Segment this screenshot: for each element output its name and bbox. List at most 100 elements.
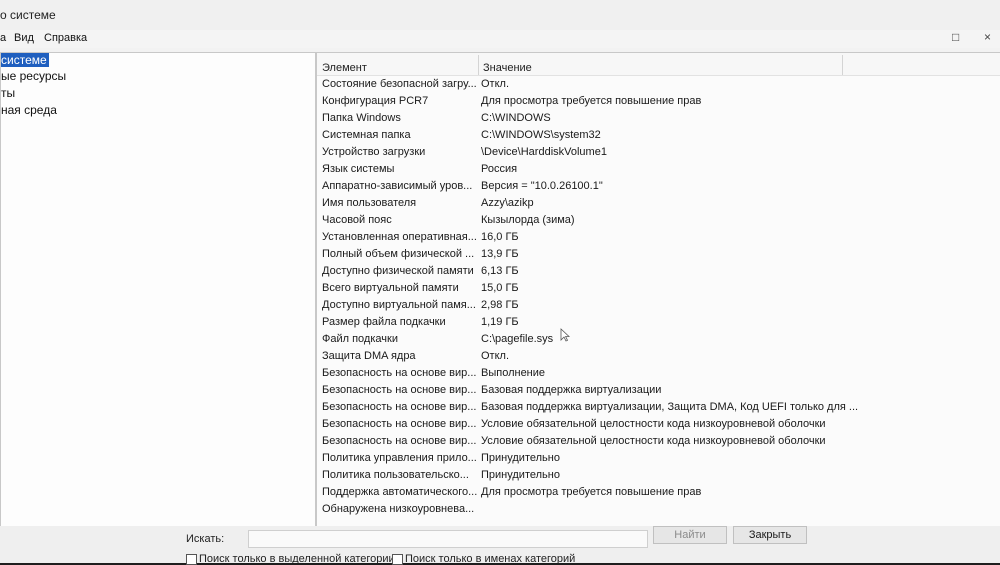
- tree-item-hardware-resources[interactable]: ые ресурсы: [1, 69, 66, 83]
- category-tree[interactable]: системе ые ресурсы ты ная среда: [0, 52, 316, 527]
- row-value-cell: Выполнение: [481, 367, 546, 379]
- row-value-cell: Версия = "10.0.26100.1": [481, 180, 603, 192]
- row-value-cell: Условие обязательной целостности кода ни…: [481, 435, 826, 447]
- table-row[interactable]: Папка Windows C:\WINDOWS: [317, 110, 1000, 127]
- row-value-cell: Базовая поддержка виртуализации: [481, 384, 662, 396]
- row-element-cell: Состояние безопасной загру...: [322, 78, 477, 90]
- restore-icon[interactable]: □: [952, 30, 959, 44]
- table-row[interactable]: Безопасность на основе вир... Условие обя…: [317, 433, 1000, 450]
- row-element-cell: Полный объем физической ...: [322, 248, 475, 260]
- row-value-cell: Для просмотра требуется повышение прав: [481, 486, 702, 498]
- row-value-cell: Условие обязательной целостности кода ни…: [481, 418, 826, 430]
- row-element-cell: Всего виртуальной памяти: [322, 282, 459, 294]
- row-element-cell: Безопасность на основе вир...: [322, 418, 477, 430]
- row-value-cell: \Device\HarddiskVolume1: [481, 146, 607, 158]
- mouse-pointer-icon: [560, 328, 570, 342]
- row-element-cell: Часовой пояс: [322, 214, 392, 226]
- row-value-cell: Принудительно: [481, 452, 560, 464]
- row-element-cell: Политика пользовательско...: [322, 469, 469, 481]
- table-row[interactable]: Установленная оперативная... 16,0 ГБ: [317, 229, 1000, 246]
- menu-item-help[interactable]: Справка: [44, 32, 87, 44]
- tree-item-components[interactable]: ты: [1, 86, 15, 100]
- table-row[interactable]: Безопасность на основе вир... Базовая под…: [317, 399, 1000, 416]
- checkbox-selected-category[interactable]: Поиск только в выделенной категории: [186, 553, 395, 565]
- row-value-cell: 2,98 ГБ: [481, 299, 519, 311]
- table-row[interactable]: Защита DMA ядра Откл.: [317, 348, 1000, 365]
- close-icon[interactable]: ×: [984, 30, 991, 44]
- table-row[interactable]: Полный объем физической ... 13,9 ГБ: [317, 246, 1000, 263]
- row-element-cell: Файл подкачки: [322, 333, 398, 345]
- checkbox-category-names-label: Поиск только в именах категорий: [405, 553, 576, 565]
- checkbox-selected-category-label: Поиск только в выделенной категории: [199, 553, 395, 565]
- table-row[interactable]: Безопасность на основе вир... Базовая под…: [317, 382, 1000, 399]
- row-value-cell: Кызылорда (зима): [481, 214, 575, 226]
- checkbox-category-names[interactable]: Поиск только в именах категорий: [392, 553, 575, 565]
- row-element-cell: Безопасность на основе вир...: [322, 367, 477, 379]
- row-element-cell: Безопасность на основе вир...: [322, 401, 477, 413]
- table-row[interactable]: Язык системы Россия: [317, 161, 1000, 178]
- find-button[interactable]: Найти: [653, 526, 727, 544]
- table-row[interactable]: Устройство загрузки \Device\HarddiskVolum…: [317, 144, 1000, 161]
- table-row[interactable]: Состояние безопасной загру... Откл.: [317, 76, 1000, 93]
- row-element-cell: Устройство загрузки: [322, 146, 426, 158]
- row-element-cell: Безопасность на основе вир...: [322, 435, 477, 447]
- table-row[interactable]: Доступно виртуальной памя... 2,98 ГБ: [317, 297, 1000, 314]
- row-value-cell: 13,9 ГБ: [481, 248, 519, 260]
- row-value-cell: C:\pagefile.sys: [481, 333, 554, 345]
- column-header-element[interactable]: Элемент: [322, 62, 367, 74]
- menu-item-view[interactable]: Вид: [14, 32, 34, 44]
- row-value-cell: C:\WINDOWS: [481, 112, 551, 124]
- table-row[interactable]: Безопасность на основе вир... Выполнение: [317, 365, 1000, 382]
- row-element-cell: Аппаратно-зависимый уров...: [322, 180, 473, 192]
- column-divider[interactable]: [842, 55, 843, 75]
- table-row[interactable]: Аппаратно-зависимый уров... Версия = "10.…: [317, 178, 1000, 195]
- row-value-cell: Россия: [481, 163, 518, 175]
- table-row[interactable]: Политика управления прило... Принудительн…: [317, 450, 1000, 467]
- table-row[interactable]: Доступно физической памяти 6,13 ГБ: [317, 263, 1000, 280]
- row-element-cell: Безопасность на основе вир...: [322, 384, 477, 396]
- row-element-cell: Конфигурация PCR7: [322, 95, 429, 107]
- row-element-cell: Язык системы: [322, 163, 395, 175]
- window-title: о системе: [0, 8, 56, 22]
- row-element-cell: Доступно виртуальной памя...: [322, 299, 476, 311]
- table-row[interactable]: Часовой пояс Кызылорда (зима): [317, 212, 1000, 229]
- title-bar: о системе: [0, 0, 1000, 31]
- table-row[interactable]: Конфигурация PCR7 Для просмотра требуется…: [317, 93, 1000, 110]
- table-row[interactable]: Безопасность на основе вир... Условие обя…: [317, 416, 1000, 433]
- row-value-cell: 15,0 ГБ: [481, 282, 519, 294]
- row-value-cell: 16,0 ГБ: [481, 231, 519, 243]
- search-input[interactable]: [248, 530, 648, 548]
- tree-item-system-summary[interactable]: системе: [1, 53, 49, 67]
- menu-item-file[interactable]: а: [0, 32, 6, 44]
- menu-bar: а Вид Справка: [0, 30, 1000, 48]
- search-bar: Искать: Найти Закрыть Поиск только в выд…: [0, 526, 1000, 565]
- table-row[interactable]: Размер файла подкачки 1,19 ГБ: [317, 314, 1000, 331]
- row-element-cell: Размер файла подкачки: [322, 316, 446, 328]
- row-element-cell: Системная папка: [322, 129, 411, 141]
- row-element-cell: Защита DMA ядра: [322, 350, 416, 362]
- row-value-cell: 1,19 ГБ: [481, 316, 519, 328]
- column-header-value[interactable]: Значение: [483, 62, 532, 74]
- column-divider[interactable]: [478, 55, 479, 75]
- row-element-cell: Поддержка автоматического...: [322, 486, 478, 498]
- search-label: Искать:: [186, 533, 225, 545]
- tree-item-software-environment[interactable]: ная среда: [1, 103, 57, 117]
- table-row[interactable]: Всего виртуальной памяти 15,0 ГБ: [317, 280, 1000, 297]
- row-value-cell: Azzy\azikp: [481, 197, 534, 209]
- row-element-cell: Имя пользователя: [322, 197, 417, 209]
- table-row[interactable]: Поддержка автоматического... Для просмотр…: [317, 484, 1000, 501]
- table-row[interactable]: Системная папка C:\WINDOWS\system32: [317, 127, 1000, 144]
- close-button[interactable]: Закрыть: [733, 526, 807, 544]
- row-value-cell: Откл.: [481, 78, 510, 90]
- row-value-cell: Принудительно: [481, 469, 560, 481]
- row-value-cell: Базовая поддержка виртуализации, Защита …: [481, 401, 859, 413]
- table-row[interactable]: Обнаружена низкоуровнева...: [317, 501, 1000, 518]
- details-list[interactable]: Элемент Значение Состояние безопасной за…: [316, 52, 1000, 527]
- row-element-cell: Папка Windows: [322, 112, 401, 124]
- row-element-cell: Обнаружена низкоуровнева...: [322, 503, 475, 515]
- table-row[interactable]: Имя пользователя Azzy\azikp: [317, 195, 1000, 212]
- table-row[interactable]: Политика пользовательско... Принудительно: [317, 467, 1000, 484]
- table-row[interactable]: Файл подкачки C:\pagefile.sys: [317, 331, 1000, 348]
- row-element-cell: Установленная оперативная...: [322, 231, 477, 243]
- row-element-cell: Доступно физической памяти: [322, 265, 474, 277]
